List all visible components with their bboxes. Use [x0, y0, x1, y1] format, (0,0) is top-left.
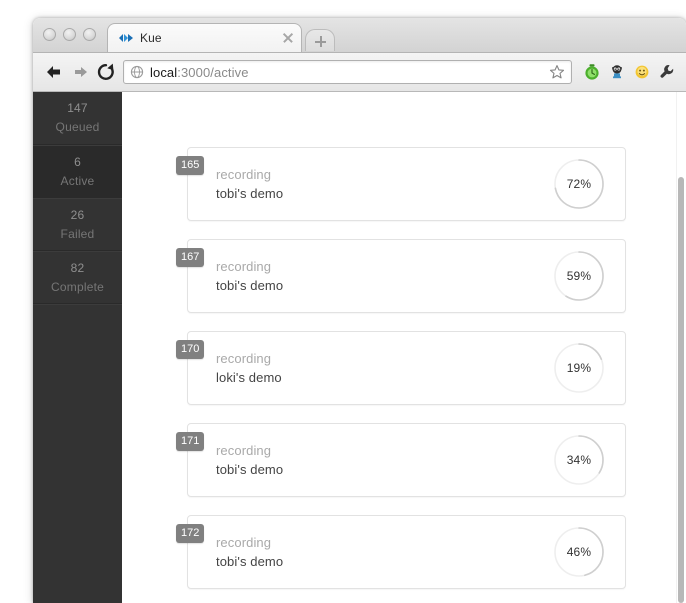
- job-info: recording loki's demo: [216, 349, 553, 387]
- job-info: recording tobi's demo: [216, 257, 553, 295]
- job-type: recording: [216, 351, 272, 366]
- job-title: tobi's demo: [216, 186, 284, 201]
- address-bar-host: local: [150, 64, 178, 80]
- browser-toolbar: local:3000/active: [33, 53, 686, 92]
- browser-window: Kue local:3000/active 147 Queued 6 Activ…: [33, 18, 686, 603]
- job-info: recording tobi's demo: [216, 441, 553, 479]
- sidebar-item-failed[interactable]: 26 Failed: [33, 198, 122, 251]
- job-type: recording: [216, 167, 272, 182]
- job-info: recording tobi's demo: [216, 533, 553, 571]
- main-content: 165 recording tobi's demo 72% 167 recording to…: [122, 92, 686, 603]
- job-title: tobi's demo: [216, 278, 284, 293]
- job-progress-ring: 34%: [553, 434, 605, 486]
- job-progress-label: 46%: [566, 545, 592, 559]
- globe-icon: [130, 65, 144, 79]
- content-scrollbar[interactable]: [676, 92, 686, 603]
- job-type: recording: [216, 535, 272, 550]
- sidebar-item-queued[interactable]: 147 Queued: [33, 92, 122, 145]
- page-viewport: 147 Queued 6 Active 26 Failed 82 Complet…: [33, 92, 686, 603]
- sidebar-item-active[interactable]: 6 Active: [33, 145, 122, 198]
- sidebar-item-complete[interactable]: 82 Complete: [33, 251, 122, 304]
- job-progress-label: 34%: [566, 453, 592, 467]
- job-card[interactable]: 170 recording loki's demo 19%: [176, 331, 626, 405]
- reload-button[interactable]: [93, 59, 119, 85]
- sidebar: 147 Queued 6 Active 26 Failed 82 Complet…: [33, 92, 122, 603]
- job-title: tobi's demo: [216, 554, 284, 569]
- job-card[interactable]: 171 recording tobi's demo 34%: [176, 423, 626, 497]
- window-close-button[interactable]: [43, 28, 56, 41]
- job-id-badge: 170: [176, 340, 205, 359]
- green-clock-extension-icon[interactable]: [581, 61, 603, 83]
- job-progress-label: 19%: [566, 361, 592, 375]
- job-title: loki's demo: [216, 370, 282, 385]
- screenshot-root: Kue local:3000/active 147 Queued 6 Activ…: [0, 0, 686, 603]
- job-list: 165 recording tobi's demo 72% 167 recording to…: [122, 92, 686, 603]
- sidebar-label-failed: Failed: [60, 226, 95, 241]
- job-card[interactable]: 167 recording tobi's demo 59%: [176, 239, 626, 313]
- back-button[interactable]: [41, 59, 67, 85]
- job-info: recording tobi's demo: [216, 165, 553, 203]
- kue-diamond-icon: [118, 30, 134, 46]
- window-minimize-button[interactable]: [63, 28, 76, 41]
- job-id-badge: 165: [176, 156, 205, 175]
- job-progress-label: 72%: [566, 177, 592, 191]
- sidebar-label-active: Active: [60, 173, 95, 188]
- job-progress-label: 59%: [566, 269, 592, 283]
- browser-tab-strip: Kue: [33, 18, 686, 53]
- job-progress-ring: 19%: [553, 342, 605, 394]
- job-id-badge: 172: [176, 524, 205, 543]
- job-progress-ring: 46%: [553, 526, 605, 578]
- address-bar-text: local:3000/active: [150, 65, 547, 80]
- job-type: recording: [216, 443, 272, 458]
- job-progress-ring: 59%: [553, 250, 605, 302]
- sidebar-label-complete: Complete: [51, 279, 104, 294]
- window-traffic-lights: [43, 28, 96, 41]
- tab-close-icon[interactable]: [281, 31, 295, 45]
- sidebar-count-complete: 82: [70, 260, 85, 275]
- bookmark-star-icon[interactable]: [547, 62, 567, 82]
- job-type: recording: [216, 259, 272, 274]
- job-card[interactable]: 172 recording tobi's demo 46%: [176, 515, 626, 589]
- forward-button[interactable]: [67, 59, 93, 85]
- sidebar-filler: [33, 304, 122, 603]
- browser-tab-kue[interactable]: Kue: [107, 23, 302, 52]
- address-bar[interactable]: local:3000/active: [123, 60, 572, 84]
- sidebar-label-queued: Queued: [55, 120, 100, 134]
- github-octocat-icon[interactable]: [606, 61, 628, 83]
- sidebar-count-active: 6: [74, 154, 81, 169]
- job-title: tobi's demo: [216, 462, 284, 477]
- scrollbar-thumb[interactable]: [678, 177, 684, 603]
- yellow-smiley-icon[interactable]: [631, 61, 653, 83]
- new-tab-button[interactable]: [305, 29, 335, 51]
- window-maximize-button[interactable]: [83, 28, 96, 41]
- job-progress-ring: 72%: [553, 158, 605, 210]
- browser-tab-title: Kue: [140, 31, 162, 45]
- job-id-badge: 167: [176, 248, 205, 267]
- address-bar-path: :3000/active: [177, 64, 249, 80]
- job-id-badge: 171: [176, 432, 205, 451]
- sidebar-count-failed: 26: [70, 207, 85, 222]
- sidebar-count-queued: 147: [67, 101, 88, 116]
- wrench-menu-icon[interactable]: [656, 61, 678, 83]
- job-card[interactable]: 165 recording tobi's demo 72%: [176, 147, 626, 221]
